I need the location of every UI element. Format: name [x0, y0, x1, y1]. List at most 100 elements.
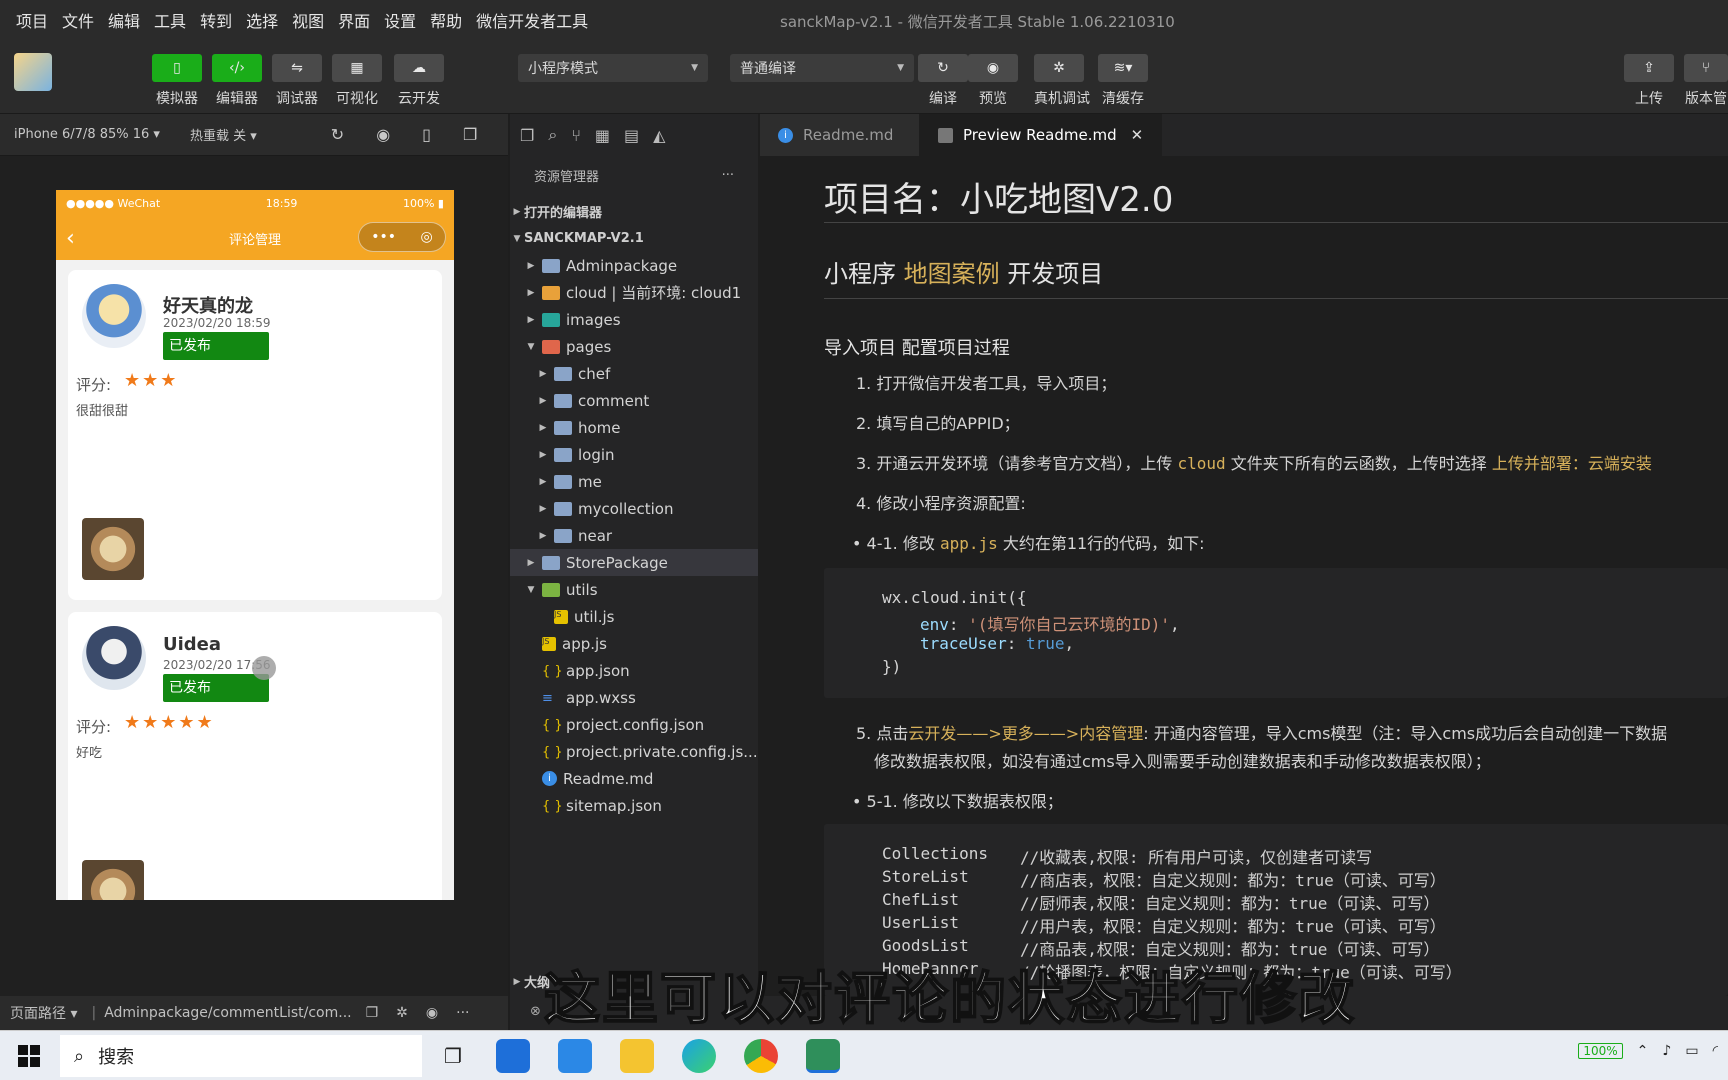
taskbar-search[interactable]: ⌕ 搜索 [60, 1035, 422, 1077]
compile-mode-dropdown[interactable]: 普通编译 ▼ [730, 54, 914, 82]
tree-folder-cloud[interactable]: ▶ cloud | 当前环境: cloud1 [510, 279, 758, 306]
tree-file-project-private-config[interactable]: { } project.private.config.js... [510, 738, 758, 765]
menu-file[interactable]: 文件 [55, 8, 101, 32]
link-map-example[interactable]: 地图案例 [904, 260, 1000, 288]
real-device-debug-button[interactable]: ✲ 真机调试 [1034, 54, 1090, 108]
version-button[interactable]: ⑂ 版本管 [1684, 54, 1728, 108]
eye-icon[interactable]: ◉ [426, 1005, 438, 1021]
close-icon[interactable]: ✕ [1131, 126, 1144, 144]
more-icon[interactable]: ··· [456, 1005, 469, 1021]
user-avatar[interactable] [14, 53, 52, 91]
storage-icon[interactable]: ▤ [624, 126, 639, 145]
menu-wechat-devtools[interactable]: 微信开发者工具 [469, 8, 595, 32]
copy-icon[interactable]: ❐ [366, 1005, 379, 1021]
volume-icon[interactable]: ♪ [1662, 1043, 1671, 1059]
tree-folder-adminpackage[interactable]: ▶ Adminpackage [510, 252, 758, 279]
food-photo[interactable] [82, 860, 144, 900]
network-icon[interactable]: ▭ [1685, 1043, 1698, 1059]
open-editors-section[interactable]: ▶ 打开的编辑器 [510, 198, 758, 225]
menu-help[interactable]: 帮助 [423, 8, 469, 32]
phone-simulator[interactable]: ●●●●● WeChat 18:59 100% ▮ ‹ 评论管理 ••• ◎ 好… [56, 190, 454, 900]
tree-file-appjson[interactable]: { } app.json [510, 657, 758, 684]
back-chevron-icon[interactable]: ‹ [66, 226, 75, 251]
chrome-app-icon[interactable] [744, 1039, 778, 1073]
tree-folder-home[interactable]: ▶ home [510, 414, 758, 441]
tree-folder-login[interactable]: ▶ login [510, 441, 758, 468]
tree-file-appwxss[interactable]: ≡ app.wxss [510, 684, 758, 711]
menu-settings[interactable]: 设置 [377, 8, 423, 32]
mode-dropdown[interactable]: 小程序模式 ▼ [518, 54, 708, 82]
tab-preview-readme[interactable]: Preview Readme.md ✕ [920, 114, 1163, 156]
preview-label: 预览 [979, 91, 1007, 107]
menu-tools[interactable]: 工具 [147, 8, 193, 32]
editor-button[interactable]: ‹/› 编辑器 [212, 54, 262, 108]
tree-file-appjs[interactable]: JS app.js [510, 630, 758, 657]
tree-folder-chef[interactable]: ▶ chef [510, 360, 758, 387]
capsule-menu[interactable]: ••• ◎ [358, 222, 446, 252]
error-icon[interactable]: ⊗ [530, 1004, 541, 1019]
store-app-icon[interactable] [496, 1039, 530, 1073]
tree-folder-near[interactable]: ▶ near [510, 522, 758, 549]
tree-folder-pages[interactable]: ▼ pages [510, 333, 758, 360]
debugger-button[interactable]: ⇋ 调试器 [272, 54, 322, 108]
tree-file-sitemap[interactable]: { } sitemap.json [510, 792, 758, 819]
task-view-icon[interactable]: ❐ [436, 1039, 470, 1073]
menu-select[interactable]: 选择 [239, 8, 285, 32]
cloud-button[interactable]: ☁ 云开发 [394, 54, 444, 108]
window-title: sanckMap-v2.1 - 微信开发者工具 Stable 1.06.2210… [780, 13, 1175, 31]
phone-icon[interactable]: ▯ [422, 125, 431, 144]
phone-status-bar: ●●●●● WeChat 18:59 100% ▮ [56, 190, 454, 216]
tree-folder-utils[interactable]: ▼ utils [510, 576, 758, 603]
rotate-icon[interactable]: ↻ [331, 125, 344, 144]
device-select[interactable]: iPhone 6/7/8 85% 16 ▾ [14, 127, 160, 142]
extensions-icon[interactable]: ▦ [595, 126, 610, 145]
upload-button[interactable]: ⇪ 上传 [1624, 54, 1674, 108]
menu-project[interactable]: 项目 [0, 8, 55, 32]
wifi-icon[interactable]: ◜ [1713, 1043, 1718, 1059]
clear-cache-button[interactable]: ≋▾ 清缓存 [1098, 54, 1148, 108]
settings-icon[interactable]: ✲ [396, 1005, 408, 1021]
more-icon[interactable]: ··· [722, 168, 734, 183]
tree-file-utiljs[interactable]: JS util.js [510, 603, 758, 630]
menu-interface[interactable]: 界面 [331, 8, 377, 32]
mail-app-icon[interactable] [558, 1039, 592, 1073]
tree-folder-mycollection[interactable]: ▶ mycollection [510, 495, 758, 522]
window-icon[interactable]: ❐ [463, 125, 477, 144]
food-photo[interactable] [82, 518, 144, 580]
page-path-value[interactable]: Adminpackage/commentList/com... [104, 1005, 351, 1021]
visual-button[interactable]: ▦ 可视化 [332, 54, 382, 108]
search-icon[interactable]: ⌕ [548, 125, 557, 145]
record-icon[interactable]: ◉ [376, 125, 390, 144]
edge-app-icon[interactable] [682, 1039, 716, 1073]
hot-reload-toggle[interactable]: 热重载 关 ▾ [190, 125, 257, 144]
menu-view[interactable]: 视图 [285, 8, 331, 32]
docker-icon[interactable]: ◭ [653, 126, 665, 145]
status-badge[interactable]: 已发布 [163, 674, 269, 702]
files-icon[interactable]: ❐ [520, 126, 534, 145]
page-path-toggle[interactable]: 页面路径 ▾ [10, 1003, 77, 1023]
chevron-up-icon[interactable]: ⌃ [1637, 1043, 1649, 1059]
compile-button[interactable]: ↻ 编译 [918, 54, 968, 108]
tree-file-project-config[interactable]: { } project.config.json [510, 711, 758, 738]
file-explorer-app-icon[interactable] [620, 1039, 654, 1073]
tree-folder-storepackage[interactable]: ▶ StorePackage [510, 549, 758, 576]
close-target-icon[interactable]: ◎ [421, 229, 433, 245]
more-icon[interactable]: ••• [371, 229, 396, 245]
simulator-button[interactable]: ▯ 模拟器 [152, 54, 202, 108]
tree-folder-comment[interactable]: ▶ comment [510, 387, 758, 414]
tree-file-readme[interactable]: i Readme.md [510, 765, 758, 792]
status-badge[interactable]: 已发布 [163, 332, 269, 360]
search-icon: ⌕ [74, 1045, 85, 1067]
source-control-icon[interactable]: ⑂ [571, 126, 581, 145]
wechat-devtools-app-icon[interactable] [806, 1039, 840, 1073]
windows-start-icon[interactable] [18, 1045, 40, 1067]
menu-edit[interactable]: 编辑 [101, 8, 147, 32]
project-root[interactable]: ▼ SANCKMAP-V2.1 [510, 225, 758, 252]
menu-goto[interactable]: 转到 [193, 8, 239, 32]
battery-icon[interactable]: 100% [1578, 1043, 1623, 1059]
tree-folder-me[interactable]: ▶ me [510, 468, 758, 495]
tab-readme[interactable]: i Readme.md [760, 114, 920, 156]
tree-folder-images[interactable]: ▶ images [510, 306, 758, 333]
code-comment: //厨师表,权限：自定义规则：都为：true（可读、可写） [1020, 894, 1440, 913]
preview-button[interactable]: ◉ 预览 [968, 54, 1018, 108]
